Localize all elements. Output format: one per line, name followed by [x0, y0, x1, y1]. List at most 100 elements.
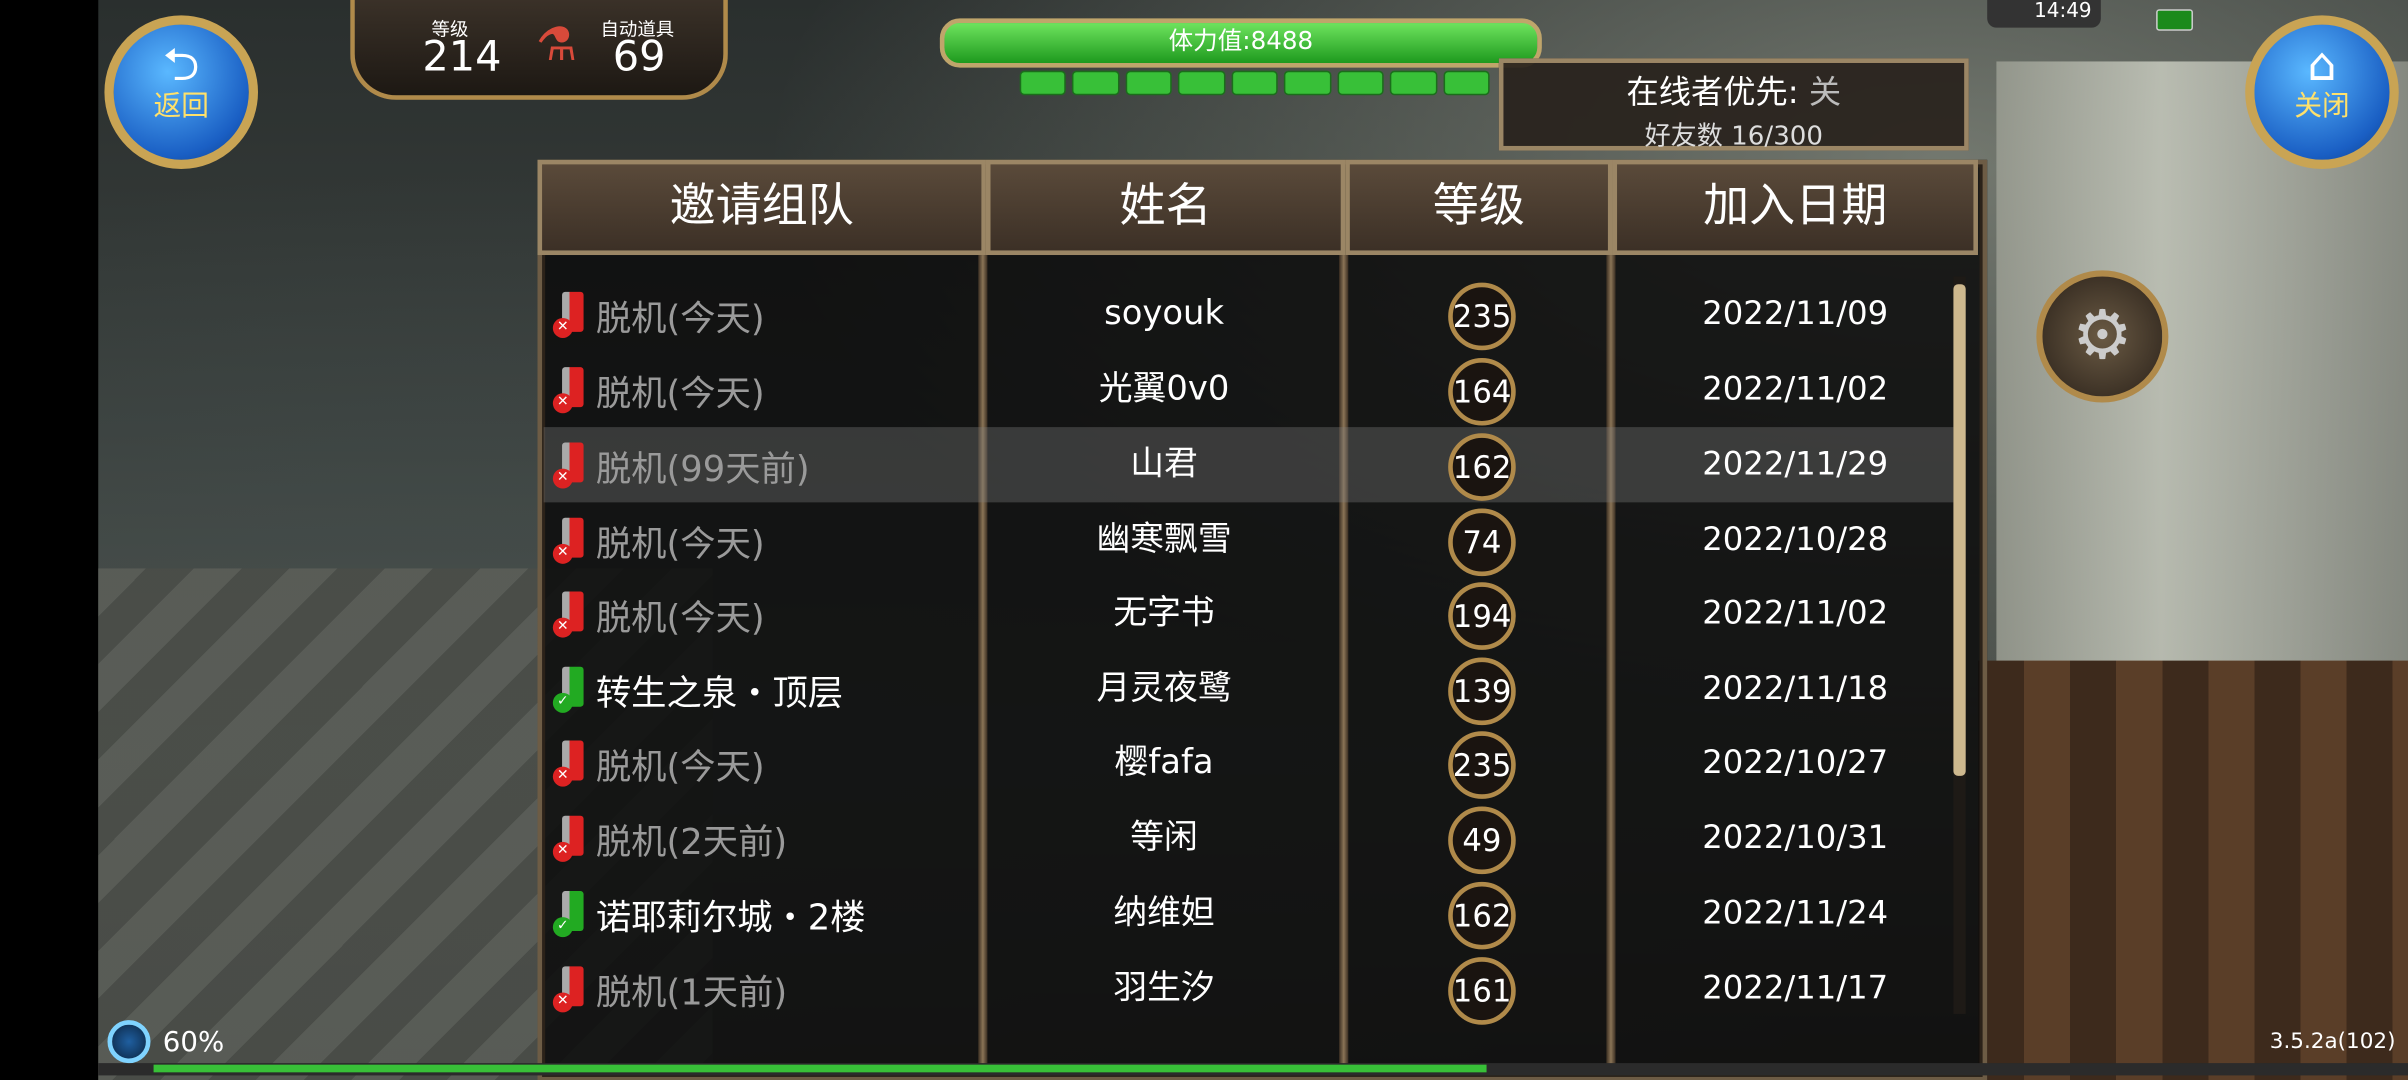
status-text: 脱机(99天前) — [595, 449, 810, 490]
friend-row[interactable]: ✕ 脱机(今天) 光翼0v0 164 2022/11/02 — [544, 352, 1954, 427]
energy-segment — [1019, 70, 1067, 96]
back-label: 返回 — [153, 90, 209, 123]
status-text: 脱机(1天前) — [595, 973, 788, 1014]
close-label: 关闭 — [2294, 90, 2350, 123]
join-date: 2022/11/02 — [1702, 594, 1889, 632]
header-level[interactable]: 等级 — [1345, 159, 1613, 256]
status-cell[interactable]: ✕ 脱机(今天) — [552, 277, 765, 352]
friend-name: 等闲 — [1130, 818, 1198, 858]
friend-level-badge: 164 — [1448, 357, 1516, 426]
version-label: 3.5.2a(102) — [2269, 1029, 2396, 1054]
clock: 14:49 — [1987, 0, 2101, 28]
loading-ring-icon — [107, 1020, 151, 1064]
status-cell[interactable]: ✕ 脱机(2天前) — [552, 800, 788, 875]
friend-row-selected[interactable]: ✕ 脱机(99天前) 山君 162 2022/11/29 — [543, 427, 1954, 503]
status-text: 脱机(今天) — [595, 747, 765, 788]
progress-fill — [153, 1064, 1487, 1073]
status-cell[interactable]: ✓ 转生之泉・顶层 — [552, 651, 844, 726]
friend-name: 山君 — [1130, 445, 1198, 484]
auto-items-value: 69 — [612, 33, 666, 82]
join-date: 2022/11/29 — [1702, 445, 1889, 483]
friend-row[interactable]: ✕ 脱机(2天前) 等闲 49 2022/10/31 — [544, 800, 1954, 875]
friend-name: 幽寒飘雪 — [1096, 520, 1232, 560]
back-button[interactable]: ⮌ 返回 — [104, 15, 258, 169]
online-priority-toggle[interactable]: 在线者优先: 关 — [1503, 68, 1964, 114]
potion-icon: ⚗ — [535, 18, 578, 73]
stamina-text: 体力值:8488 — [1168, 26, 1314, 56]
online-phone-icon: ✓ — [552, 665, 593, 713]
status-text: 诺耶莉尔城・2楼 — [595, 897, 866, 938]
friend-name: 月灵夜鹭 — [1096, 669, 1232, 709]
friend-level-badge: 161 — [1448, 957, 1516, 1025]
header-name[interactable]: 姓名 — [985, 159, 1346, 256]
status-cell[interactable]: ✕ 脱机(今天) — [552, 352, 765, 427]
energy-segment — [1125, 70, 1173, 96]
join-date: 2022/11/18 — [1702, 669, 1889, 707]
offline-phone-icon: ✕ — [552, 739, 593, 786]
friend-row[interactable]: ✓ 诺耶莉尔城・2楼 纳维妲 162 2022/11/24 — [544, 876, 1954, 951]
status-cell[interactable]: ✕ 脱机(1天前) — [552, 951, 788, 1026]
offline-phone-icon: ✕ — [552, 965, 593, 1012]
status-cell[interactable]: ✕ 脱机(今天) — [552, 576, 765, 651]
energy-segment — [1284, 70, 1331, 96]
offline-phone-icon: ✕ — [552, 590, 593, 637]
status-cell[interactable]: ✕ 脱机(99天前) — [552, 427, 810, 502]
status-text: 脱机(今天) — [595, 598, 765, 639]
join-date: 2022/11/17 — [1702, 969, 1889, 1007]
join-date: 2022/11/24 — [1702, 894, 1889, 931]
friend-row[interactable]: ✓ 转生之泉・顶层 月灵夜鹭 139 2022/11/18 — [544, 651, 1954, 726]
friend-name: 羽生汐 — [1113, 969, 1215, 1008]
status-text: 转生之泉・顶层 — [595, 673, 844, 714]
friends-count: 好友数 16/300 — [1644, 121, 1824, 153]
header-join-date[interactable]: 加入日期 — [1612, 159, 1978, 256]
wooden-crate — [1977, 660, 2408, 1080]
close-button[interactable]: ⌂ 关闭 — [2245, 15, 2399, 169]
online-priority-panel[interactable]: 在线者优先: 关 好友数 16/300 — [1498, 58, 1969, 153]
friend-level-badge: 162 — [1448, 881, 1516, 950]
energy-segment — [1442, 70, 1490, 96]
status-cell[interactable]: ✕ 脱机(今天) — [552, 725, 765, 800]
join-date: 2022/10/27 — [1702, 743, 1889, 781]
friend-level-badge: 235 — [1448, 282, 1516, 351]
status-text: 脱机(今天) — [595, 524, 765, 565]
join-date: 2022/11/02 — [1702, 370, 1889, 408]
status-text: 脱机(2天前) — [595, 822, 788, 863]
status-cell[interactable]: ✕ 脱机(今天) — [552, 502, 765, 577]
friend-level-badge: 74 — [1448, 508, 1516, 577]
scrollbar-thumb[interactable] — [1953, 284, 1966, 776]
load-percent: 60% — [162, 1026, 225, 1059]
online-phone-icon: ✓ — [552, 890, 593, 937]
friend-row[interactable]: ✕ 脱机(1天前) 羽生汐 161 2022/11/17 — [544, 951, 1954, 1026]
back-arrow-icon: ⮌ — [162, 38, 200, 93]
stamina-bar: 体力值:8488 — [939, 18, 1542, 68]
friend-row[interactable]: ✕ 脱机(今天) 幽寒飘雪 74 2022/10/28 — [544, 502, 1954, 577]
header-invite[interactable]: 邀请组队 — [537, 159, 986, 256]
friend-level-badge: 49 — [1448, 806, 1516, 875]
friend-name: soyouk — [1104, 294, 1225, 334]
friend-level-badge: 235 — [1448, 731, 1516, 799]
online-priority-value: 关 — [1808, 73, 1842, 111]
energy-segment — [1178, 70, 1226, 96]
friend-row[interactable]: ✕ 脱机(今天) 樱fafa 235 2022/10/27 — [544, 725, 1954, 800]
game-screen: ⮌ 返回 等级 214 ⚗ 自动道具 69 体力值:8488 在线者优先: 关 … — [0, 0, 2408, 1080]
level-value: 214 — [422, 33, 502, 82]
battery-icon — [2156, 9, 2193, 31]
offline-phone-icon: ✕ — [552, 441, 593, 488]
gear-icon: ⚙ — [2072, 296, 2133, 375]
energy-segments — [1019, 70, 1490, 96]
join-date: 2022/10/28 — [1702, 520, 1889, 558]
offline-phone-icon: ✕ — [552, 366, 593, 413]
settings-button[interactable]: ⚙ — [2036, 270, 2169, 403]
friend-level-badge: 139 — [1448, 657, 1516, 726]
friend-row[interactable]: ✕ 脱机(今天) soyouk 235 2022/11/09 — [544, 277, 1954, 352]
player-stats: 等级 214 ⚗ 自动道具 69 — [350, 0, 728, 100]
energy-segment — [1389, 70, 1437, 96]
home-icon: ⌂ — [2307, 38, 2337, 93]
status-text: 脱机(今天) — [595, 298, 765, 339]
online-priority-label: 在线者优先: — [1626, 73, 1799, 111]
offline-phone-icon: ✕ — [552, 516, 593, 564]
friend-row[interactable]: ✕ 脱机(今天) 无字书 194 2022/11/02 — [544, 576, 1954, 651]
status-cell[interactable]: ✓ 诺耶莉尔城・2楼 — [552, 876, 866, 951]
friend-name: 无字书 — [1113, 594, 1215, 633]
energy-segment — [1231, 70, 1278, 96]
